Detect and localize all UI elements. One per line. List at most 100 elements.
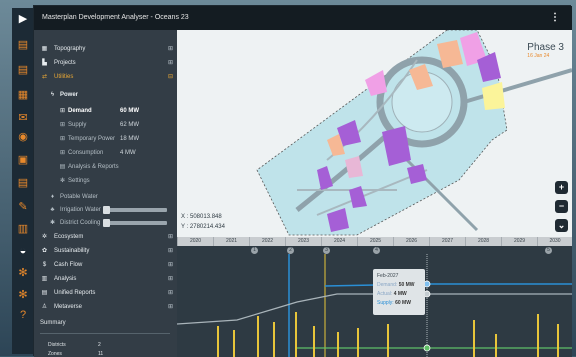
sidebar-item-label: Utilities [54, 74, 74, 80]
actual-point[interactable] [423, 344, 431, 352]
expand-icon[interactable]: ▶ [16, 12, 30, 26]
year-tick[interactable]: 2027 [429, 237, 465, 246]
collapse-icon[interactable]: ⊟ [168, 70, 173, 84]
year-tick[interactable]: 2020 [177, 237, 213, 246]
row-value: 4 MW [120, 150, 136, 156]
year-tick[interactable]: 2023 [285, 237, 321, 246]
year-tick[interactable]: 2025 [357, 237, 393, 246]
year-tick[interactable]: 2021 [213, 237, 249, 246]
utilities-icon: ⇄ [41, 74, 48, 80]
gear-icon[interactable]: ✻ [16, 288, 30, 302]
irrigation-toggle[interactable] [103, 206, 167, 214]
phase-label: Phase 3 16 Jan 24 [527, 42, 564, 59]
power-consumption-row[interactable]: ⊞ Consumption 4 MW [34, 146, 177, 160]
sidebar-item-sustainability[interactable]: ✿ Sustainability ⊞ [34, 244, 177, 258]
desktop-background: ▶ ▤ ▤ ▦ ✉ ◉ ▣ ▤ ✎ ▥ ◒ ✻ ✻ ? Masterplan D… [0, 0, 576, 357]
row-value: 18 MW [120, 136, 140, 142]
sidebar-item-ecosystem[interactable]: ✲ Ecosystem ⊞ [34, 230, 177, 244]
year-tick[interactable]: 2028 [465, 237, 501, 246]
expand-icon[interactable]: ⊞ [168, 42, 173, 56]
expand-icon[interactable]: ⊞ [168, 244, 173, 258]
summary-value: 11 [98, 351, 104, 357]
sidebar-item-metaverse[interactable]: ♙ Metaverse ⊞ [34, 300, 177, 314]
actual-label: Actual: [377, 291, 393, 297]
potable-water-row[interactable]: ♦ Potable Water [34, 190, 177, 204]
phase-title: Phase 3 [527, 42, 564, 53]
sustainability-icon: ✿ [41, 248, 48, 254]
supply-line [324, 283, 572, 287]
power-settings-row[interactable]: ✻ Settings [34, 174, 177, 188]
gauge-icon[interactable]: ◉ [16, 130, 30, 144]
row-label: Demand [68, 108, 92, 114]
project-bar [257, 316, 259, 357]
grid-icon: ⊞ [59, 150, 66, 156]
irrigation-water-row[interactable]: ♣ Irrigation Water [34, 203, 177, 217]
toggle-knob[interactable] [103, 206, 110, 214]
row-label: Potable Water [60, 194, 98, 200]
sidebar-item-utilities[interactable]: ⇄ Utilities ⊟ [34, 70, 177, 84]
gear-icon[interactable]: ✻ [16, 266, 30, 280]
district-cooling-toggle[interactable] [103, 219, 167, 227]
timeline-panel[interactable]: 2020 2021 2022 2023 2024 2025 2026 2027 … [177, 237, 572, 357]
sidebar-item-label: Sustainability [54, 248, 90, 254]
project-bar [337, 332, 339, 357]
expand-icon[interactable]: ⊞ [168, 56, 173, 70]
row-label: Supply [68, 122, 87, 128]
document-icon[interactable]: ▤ [16, 63, 30, 77]
sidebar-item-projects[interactable]: ▙ Projects ⊞ [34, 56, 177, 70]
expand-icon[interactable]: ⊞ [168, 300, 173, 314]
power-temporary-row[interactable]: ⊞ Temporary Power 18 MW [34, 132, 177, 146]
x-coordinate: X : 508013.848 [181, 214, 222, 220]
project-bar [217, 326, 219, 357]
report-icon: ▤ [41, 290, 48, 296]
collapse-button[interactable]: ⌄ [555, 219, 568, 232]
divider [40, 333, 170, 334]
help-icon[interactable]: ? [16, 308, 30, 322]
sidebar-item-analysis[interactable]: ▥ Analysis ⊞ [34, 272, 177, 286]
map-icon[interactable]: ▦ [16, 88, 30, 102]
toggle-knob[interactable] [103, 219, 110, 227]
year-tick[interactable]: 2029 [501, 237, 537, 246]
expand-icon[interactable]: ⊞ [168, 272, 173, 286]
camera-icon[interactable]: ▣ [16, 153, 30, 167]
sidebar-item-unified-reports[interactable]: ▤ Unified Reports ⊞ [34, 286, 177, 300]
window-title: Masterplan Development Analyser - Oceans… [42, 14, 189, 21]
row-label: Analysis & Reports [68, 164, 119, 170]
irrigation-icon: ♣ [50, 207, 55, 213]
sidebar-item-label: Ecosystem [54, 234, 84, 240]
district-cooling-row[interactable]: ✱ District Cooling [34, 216, 177, 230]
power-demand-row[interactable]: ⊞ Demand 60 MW [34, 104, 177, 118]
year-tick[interactable]: 2022 [249, 237, 285, 246]
summary-label: Districts [48, 342, 66, 348]
power-analysis-row[interactable]: ▤ Analysis & Reports [34, 160, 177, 174]
year-axis[interactable]: 2020 2021 2022 2023 2024 2025 2026 2027 … [177, 237, 572, 246]
sidebar-item-topography[interactable]: ▦ Topography ⊞ [34, 42, 177, 56]
expand-icon[interactable]: ⊞ [168, 258, 173, 272]
demand-value: 50 MW [398, 282, 415, 288]
document-icon[interactable]: ▤ [16, 176, 30, 190]
year-tick[interactable]: 2024 [321, 237, 357, 246]
zoom-out-button[interactable]: − [555, 200, 568, 213]
row-label: Irrigation Water [60, 207, 101, 213]
masterplan-map[interactable]: Phase 3 16 Jan 24 X : 508013.848 Y : 278… [177, 30, 572, 237]
year-tick[interactable]: 2026 [393, 237, 429, 246]
year-tick[interactable]: 2030 [537, 237, 572, 246]
power-supply-row[interactable]: ⊞ Supply 62 MW [34, 118, 177, 132]
kebab-menu-icon[interactable]: ⋮ [550, 6, 560, 30]
wrench-icon[interactable]: ✎ [16, 200, 30, 214]
expand-icon[interactable]: ⊞ [168, 286, 173, 300]
document-icon[interactable]: ▤ [16, 38, 30, 52]
chart-icon[interactable]: ▥ [16, 222, 30, 236]
sidebar-item-cash-flow[interactable]: $ Cash Flow ⊞ [34, 258, 177, 272]
zoom-in-button[interactable]: + [555, 181, 568, 194]
power-section[interactable]: ϟ Power [34, 88, 177, 102]
mail-icon[interactable]: ✉ [16, 111, 30, 125]
dollar-icon: $ [42, 262, 47, 268]
grid-icon: ⊞ [59, 136, 66, 142]
expand-icon[interactable]: ⊞ [168, 230, 173, 244]
report-icon: ▤ [59, 164, 66, 170]
sidebar-item-label: Projects [54, 60, 76, 66]
snowflake-icon: ✱ [49, 220, 56, 226]
supply-value: 60 MW [395, 300, 411, 306]
dashboard-icon[interactable]: ◒ [16, 244, 30, 258]
